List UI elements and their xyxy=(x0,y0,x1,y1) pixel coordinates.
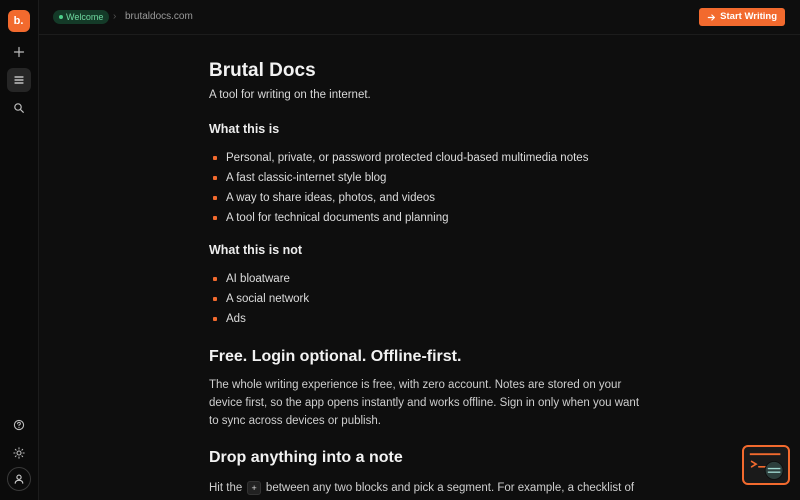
breadcrumb[interactable]: brutaldocs.com xyxy=(125,10,193,24)
drop-text-post: between any two blocks and pick a segmen… xyxy=(265,482,635,494)
help-button[interactable] xyxy=(7,413,31,437)
section-heading-what-this-is: What this is xyxy=(209,122,280,136)
what-this-is-list: Personal, private, or password protected… xyxy=(209,148,639,228)
top-bar: Welcome › brutaldocs.com Start Writing xyxy=(39,0,800,35)
page-title: Brutal Docs xyxy=(209,60,316,81)
app-window: b. Welcome › brutaldocs.com Start Writin… xyxy=(0,0,800,500)
what-this-is-not-list: AI bloatware A social network Ads xyxy=(209,269,639,329)
list-item: AI bloatware xyxy=(209,269,639,289)
sidebar: b. xyxy=(0,0,39,500)
chevron-right-icon: › xyxy=(113,11,117,22)
plus-key: + xyxy=(247,481,261,495)
list-item: A way to share ideas, photos, and videos xyxy=(209,188,639,208)
new-note-button[interactable] xyxy=(7,40,31,64)
help-widget-button[interactable] xyxy=(742,445,790,485)
list-item: A tool for technical documents and plann… xyxy=(209,208,639,228)
logo[interactable]: b. xyxy=(8,10,30,32)
account-button[interactable] xyxy=(7,467,31,491)
drop-text-pre: Hit the xyxy=(209,482,243,494)
arrow-right-icon xyxy=(707,13,716,21)
help-icon xyxy=(13,419,25,431)
search-icon xyxy=(14,103,24,113)
start-writing-label: Start Writing xyxy=(720,11,777,22)
documents-button[interactable] xyxy=(7,68,31,92)
document-content: Brutal Docs A tool for writing on the in… xyxy=(209,58,639,497)
free-paragraph: The whole writing experience is free, wi… xyxy=(209,379,640,427)
list-item: A social network xyxy=(209,289,639,309)
start-writing-button[interactable]: Start Writing xyxy=(699,8,785,26)
page-tagline: A tool for writing on the internet. xyxy=(209,89,371,101)
sun-icon xyxy=(13,447,25,459)
user-icon xyxy=(14,474,24,484)
section-heading-what-this-is-not: What this is not xyxy=(209,243,303,257)
section-heading-free: Free. Login optional. Offline-first. xyxy=(209,348,462,365)
theme-toggle-button[interactable] xyxy=(7,441,31,465)
chat-widget-icon xyxy=(749,453,784,480)
list-item: Personal, private, or password protected… xyxy=(209,148,639,168)
document-list-icon xyxy=(14,76,24,84)
status-dot xyxy=(59,15,63,19)
list-item: A fast classic-internet style blog xyxy=(209,168,639,188)
section-heading-drop: Drop anything into a note xyxy=(209,449,403,466)
list-item: Ads xyxy=(209,309,639,329)
drop-paragraph: Hit the + between any two blocks and pic… xyxy=(209,479,639,497)
badge-label: Welcome xyxy=(66,12,104,22)
plus-icon xyxy=(13,46,25,58)
search-button[interactable] xyxy=(7,96,31,120)
welcome-badge[interactable]: Welcome xyxy=(53,10,110,24)
